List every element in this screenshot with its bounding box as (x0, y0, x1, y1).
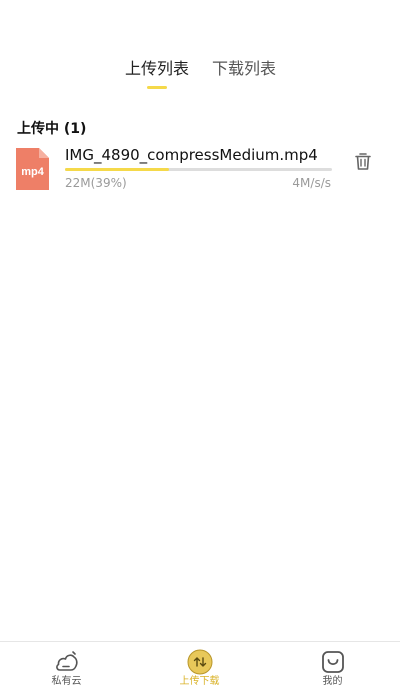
delete-button[interactable] (352, 150, 374, 172)
upload-progress-bar (65, 168, 332, 171)
nav-label-mine: 我的 (322, 676, 343, 687)
upload-size-progress: 22M(39%) (65, 176, 127, 190)
upload-speed: 4M/s/s (292, 176, 331, 190)
file-type-label: mp4 (21, 166, 44, 178)
nav-label-private-cloud: 私有云 (51, 676, 82, 687)
profile-icon (322, 651, 344, 673)
file-name: IMG_4890_compressMedium.mp4 (65, 146, 318, 164)
transfer-icon (187, 649, 213, 675)
mp4-file-icon: mp4 (16, 148, 49, 190)
nav-item-mine[interactable]: 我的 (266, 642, 399, 700)
bottom-nav: 私有云 上传下载 我的 (0, 641, 400, 700)
tab-download-list[interactable]: 下载列表 (212, 58, 276, 80)
tab-bar: 上传列表 下载列表 (0, 58, 400, 98)
trash-icon (355, 153, 371, 170)
nav-item-transfer[interactable]: 上传下载 (133, 642, 266, 700)
nav-item-private-cloud[interactable]: 私有云 (0, 642, 133, 700)
upload-progress-fill (65, 168, 170, 171)
active-tab-indicator (147, 86, 167, 89)
nav-label-transfer: 上传下载 (179, 676, 220, 687)
tab-upload-list[interactable]: 上传列表 (125, 58, 189, 80)
cloud-icon (56, 651, 78, 671)
upload-list-item[interactable]: mp4 IMG_4890_compressMedium.mp4 22M(39%)… (0, 142, 400, 198)
uploading-section-title: 上传中 (1) (17, 121, 87, 137)
